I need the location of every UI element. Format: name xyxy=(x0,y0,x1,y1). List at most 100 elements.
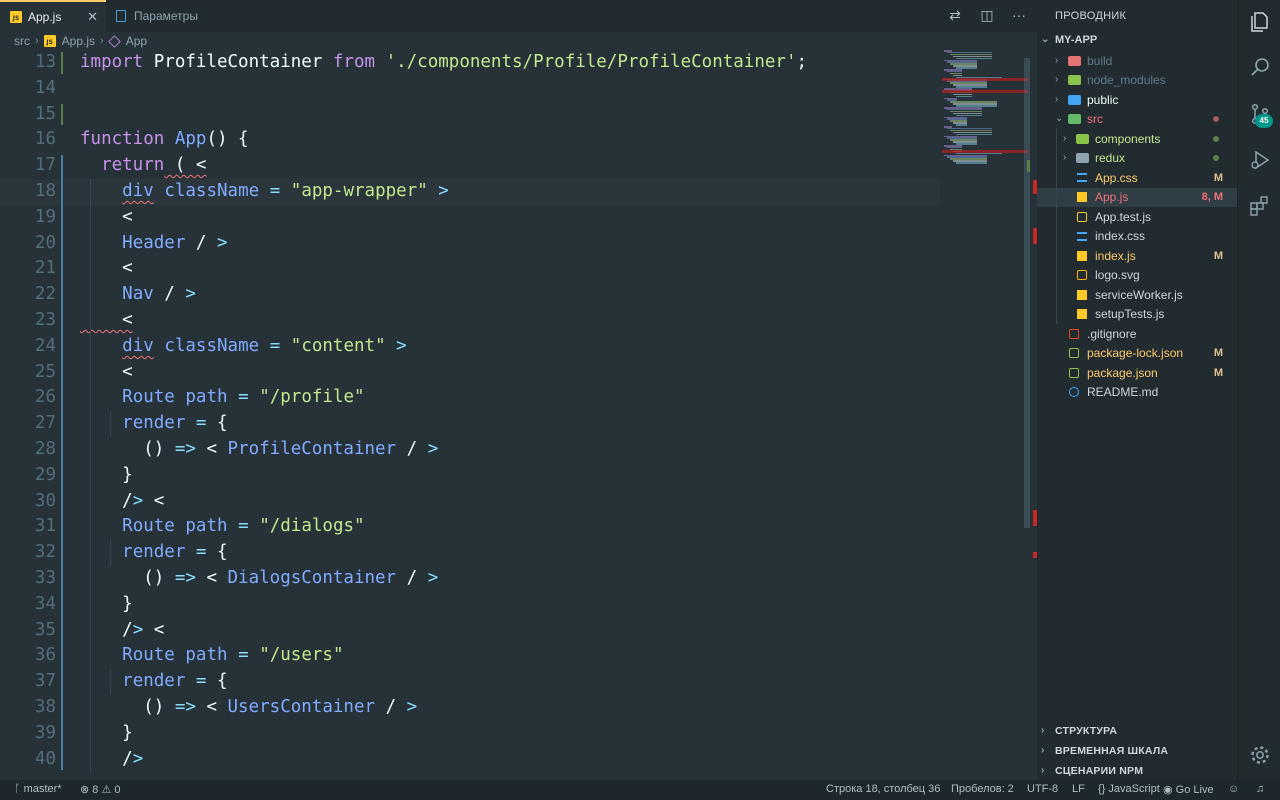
tree-file[interactable]: package-lock.json M xyxy=(1037,344,1237,364)
breadcrumb-item[interactable]: src xyxy=(14,34,30,48)
section-outline[interactable]: › СТРУКТУРА xyxy=(1041,725,1117,737)
code-line[interactable]: 26 Route path = "/profile" xyxy=(0,385,940,411)
editor-scrollbar[interactable] xyxy=(1024,58,1030,528)
tree-folder[interactable]: › components xyxy=(1037,129,1237,149)
tree-folder[interactable]: › node_modules xyxy=(1037,71,1237,91)
minimap[interactable] xyxy=(942,50,1028,170)
code-line[interactable]: 20 Header / > xyxy=(0,231,940,257)
end-of-line[interactable]: LF xyxy=(1072,783,1085,795)
code-line[interactable]: 15 xyxy=(0,102,940,128)
code-line[interactable]: 19 < xyxy=(0,205,940,231)
tree-item-label: App.js xyxy=(1095,190,1129,205)
tree-folder[interactable]: › redux xyxy=(1037,149,1237,169)
git-change-marker[interactable] xyxy=(61,52,63,74)
go-live-button[interactable]: ◉ Go Live xyxy=(1163,783,1214,796)
breadcrumb-item[interactable]: App xyxy=(126,34,147,48)
feedback-icon[interactable]: ☺ xyxy=(1228,783,1239,795)
code-line[interactable]: 35 /> < xyxy=(0,618,940,644)
more-actions-icon[interactable]: ··· xyxy=(1012,8,1026,22)
code-line[interactable]: 22 Nav / > xyxy=(0,282,940,308)
explorer-icon[interactable] xyxy=(1248,10,1272,34)
project-header[interactable]: ⌄ MY-APP xyxy=(1041,34,1097,46)
code-line[interactable]: 28 () => < ProfileContainer / > xyxy=(0,437,940,463)
settings-gear-icon[interactable] xyxy=(1248,743,1272,767)
code-token: = xyxy=(238,645,249,666)
notifications-bell-icon[interactable]: ♫ xyxy=(1256,783,1264,795)
tree-file[interactable]: index.js M xyxy=(1037,246,1237,266)
tree-folder[interactable]: › public xyxy=(1037,90,1237,110)
split-editor-icon[interactable]: ◫ xyxy=(980,8,994,22)
code-line[interactable]: 31 Route path = "/dialogs" xyxy=(0,514,940,540)
code-line[interactable]: 16 function App() { xyxy=(0,127,940,153)
search-icon[interactable] xyxy=(1248,55,1272,79)
code-line[interactable]: 21 < xyxy=(0,256,940,282)
code-token: < xyxy=(143,619,165,640)
compare-changes-icon[interactable]: ⇄ xyxy=(948,8,962,22)
code-line[interactable]: 33 () => < DialogsContainer / > xyxy=(0,566,940,592)
tree-file[interactable]: index.css xyxy=(1037,227,1237,247)
code-line[interactable]: 14 xyxy=(0,76,940,102)
tab-label: App.js xyxy=(28,10,62,24)
code-line[interactable]: 37 render = { xyxy=(0,669,940,695)
code-token: ; xyxy=(796,52,808,72)
editor-tab-bar: JS App.js ✕ Параметры ⇄ ◫ ··· xyxy=(0,0,1037,32)
git-branch[interactable]: ᚴ master* xyxy=(14,783,62,795)
breadcrumb-item[interactable]: App.js xyxy=(62,34,95,48)
code-line[interactable]: 36 Route path = "/users" xyxy=(0,643,940,669)
git-change-marker[interactable] xyxy=(61,103,63,126)
encoding[interactable]: UTF-8 xyxy=(1027,783,1058,795)
line-number: 23 xyxy=(34,310,56,330)
tree-file[interactable]: .gitignore xyxy=(1037,324,1237,344)
code-line[interactable]: 40 /> xyxy=(0,747,940,773)
tree-file[interactable]: App.test.js xyxy=(1037,207,1237,227)
indentation[interactable]: Пробелов: 2 xyxy=(951,783,1014,795)
tab-app-js[interactable]: JS App.js ✕ xyxy=(0,0,106,32)
code-line[interactable]: 34 } xyxy=(0,592,940,618)
language-mode[interactable]: {} JavaScript xyxy=(1098,783,1160,795)
tree-file[interactable]: App.css M xyxy=(1037,168,1237,188)
tree-file[interactable]: package.json M xyxy=(1037,363,1237,383)
run-debug-icon[interactable] xyxy=(1248,148,1272,172)
section-npm-scripts[interactable]: › СЦЕНАРИИ NPM xyxy=(1041,765,1143,777)
branch-icon: ᚴ xyxy=(14,783,21,795)
problems-indicator[interactable]: ⊗ 8 ⚠ 0 xyxy=(80,783,121,796)
section-label: ВРЕМЕННАЯ ШКАЛА xyxy=(1055,745,1169,757)
code-line[interactable]: 18 div className = "app-wrapper" > xyxy=(0,179,940,205)
code-line[interactable]: 29 } xyxy=(0,463,940,489)
code-token: => xyxy=(174,568,196,588)
code-line[interactable]: 23 < xyxy=(0,308,940,334)
code-line[interactable]: 25 < xyxy=(0,360,940,386)
code-token: = xyxy=(269,181,281,201)
code-token: = xyxy=(269,335,281,356)
tab-settings[interactable]: Параметры xyxy=(106,0,226,32)
code-editor[interactable]: 13 import ProfileContainer from './compon… xyxy=(0,50,1037,780)
tree-file[interactable]: README.md xyxy=(1037,383,1237,403)
code-line[interactable]: 17 return ( < xyxy=(0,153,940,179)
tree-file[interactable]: serviceWorker.js xyxy=(1037,285,1237,305)
code-token: App xyxy=(174,129,207,150)
tree-file[interactable]: App.js 8, M xyxy=(1037,187,1237,207)
close-icon[interactable]: ✕ xyxy=(87,10,98,24)
tree-file[interactable]: logo.svg xyxy=(1037,266,1237,286)
code-line[interactable]: 38 () => < UsersContainer / > xyxy=(0,695,940,721)
extensions-icon[interactable] xyxy=(1248,194,1272,218)
code-token: "/profile" xyxy=(259,387,365,408)
chevron-right-icon: › xyxy=(1041,725,1045,736)
tree-file[interactable]: setupTests.js xyxy=(1037,305,1237,325)
code-token: => xyxy=(174,697,196,717)
git-change-marker[interactable] xyxy=(61,155,63,771)
code-text: import ProfileContainer from './componen… xyxy=(80,50,807,76)
cursor-position[interactable]: Строка 18, столбец 36 xyxy=(826,783,940,795)
code-line[interactable]: 30 /> < xyxy=(0,489,940,515)
code-line[interactable]: 27 render = { xyxy=(0,411,940,437)
tree-folder[interactable]: › build xyxy=(1037,51,1237,71)
code-line[interactable]: 24 div className = "content" > xyxy=(0,334,940,360)
code-line[interactable]: 13 import ProfileContainer from './compon… xyxy=(0,50,940,76)
code-text: Route path = "/users" xyxy=(80,643,343,669)
tree-folder[interactable]: ⌄ src xyxy=(1037,110,1237,130)
code-line[interactable]: 39 } xyxy=(0,721,940,747)
section-timeline[interactable]: › ВРЕМЕННАЯ ШКАЛА xyxy=(1041,745,1168,757)
code-line[interactable]: 32 render = { xyxy=(0,540,940,566)
